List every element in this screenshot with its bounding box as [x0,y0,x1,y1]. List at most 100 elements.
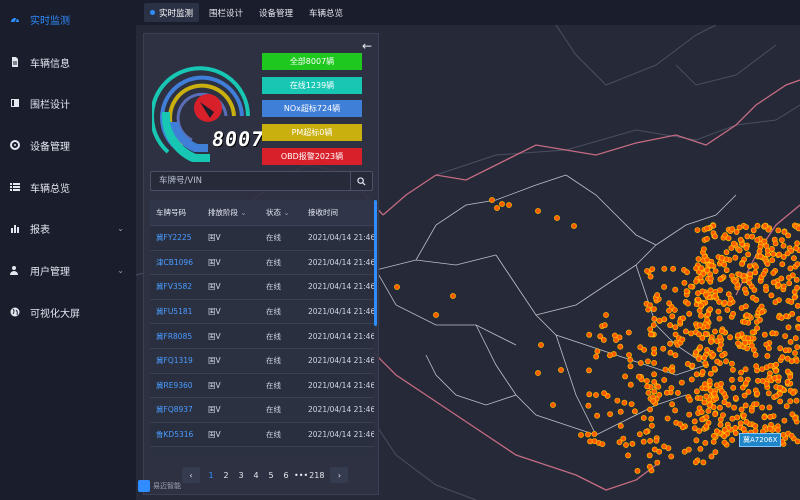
vehicle-dot[interactable] [661,283,667,290]
vehicle-dot[interactable] [708,262,715,269]
vehicle-dot[interactable] [704,235,710,242]
page-ellipsis[interactable]: ••• [294,467,308,483]
table-row[interactable]: 冀FQ8937 国V 在线 2021/04/14 21:46:5 [150,398,374,423]
vehicle-dot[interactable] [773,367,779,374]
vehicle-dot[interactable] [759,309,765,316]
vehicle-dot[interactable] [777,345,784,352]
vehicle-dot[interactable] [764,260,771,267]
vehicle-dot[interactable] [626,352,632,358]
vehicle-dot[interactable] [672,324,679,331]
vehicle-dot[interactable] [571,223,577,229]
col-header-time[interactable]: 接收时间 [302,207,374,218]
vehicle-dot[interactable] [558,367,564,373]
vehicle-dot[interactable] [698,312,704,319]
vehicle-dot[interactable] [759,366,766,372]
vehicle-dot[interactable] [767,425,773,432]
vehicle-dot[interactable] [738,406,745,413]
vehicle-dot[interactable] [720,412,726,418]
vehicle-dot[interactable] [773,361,779,368]
vehicle-dot[interactable] [794,344,800,350]
vehicle-dot[interactable] [613,337,619,343]
vehicle-dot[interactable] [778,314,785,321]
vehicle-dot[interactable] [688,330,694,337]
vehicle-dot[interactable] [788,299,795,305]
vehicle-dot[interactable] [791,255,797,262]
vehicle-dot[interactable] [627,356,634,363]
vehicle-dot[interactable] [731,278,738,285]
vehicle-dot[interactable] [777,398,783,405]
tab-realtime[interactable]: 实时监测 [144,3,200,22]
vehicle-dot[interactable] [644,358,651,365]
vehicle-dot[interactable] [711,365,718,372]
vehicle-dot[interactable] [699,288,706,295]
vehicle-dot[interactable] [714,428,720,435]
vehicle-dot[interactable] [535,208,541,214]
vehicle-dot[interactable] [625,329,632,336]
vehicle-dot[interactable] [712,268,719,274]
sidebar-item-vehicle-overview[interactable]: 车辆总览 [0,175,136,199]
vehicle-dot[interactable] [662,366,669,373]
tab-vehicle-overview[interactable]: 车辆总览 [303,3,349,22]
vehicle-dot[interactable] [693,371,700,378]
vehicle-dot[interactable] [698,409,705,415]
vehicle-dot[interactable] [651,350,657,356]
search-button[interactable] [350,172,372,190]
vehicle-dot[interactable] [743,244,750,251]
vehicle-dot[interactable] [506,202,512,208]
vehicle-dot[interactable] [746,279,753,286]
vehicle-dot[interactable] [775,427,781,433]
vehicle-dot[interactable] [669,313,676,320]
vehicle-dot[interactable] [591,431,598,437]
vehicle-dot[interactable] [647,406,653,413]
page-button[interactable]: 3 [234,467,248,483]
stat-nox[interactable]: NOx超标724辆 [262,100,362,117]
vehicle-dot[interactable] [712,449,719,455]
vehicle-dot[interactable] [717,334,723,340]
vehicle-dot[interactable] [653,437,660,444]
vehicle-dot[interactable] [782,347,789,354]
vehicle-dot[interactable] [636,431,643,438]
vehicle-dot[interactable] [787,265,794,272]
vehicle-dot[interactable] [725,235,732,242]
vehicle-dot[interactable] [752,269,759,276]
vehicle-dot[interactable] [625,452,631,459]
vehicle-dot[interactable] [794,302,800,309]
vehicle-dot[interactable] [679,336,686,343]
vehicle-dot[interactable] [617,408,624,415]
vehicle-dot[interactable] [743,312,750,319]
vehicle-dot[interactable] [693,265,699,272]
vehicle-dot[interactable] [753,296,760,303]
vehicle-dot[interactable] [701,399,708,406]
vehicle-dot[interactable] [704,225,710,232]
vehicle-dot[interactable] [691,425,698,432]
vehicle-dot[interactable] [776,251,783,258]
vehicle-dot[interactable] [738,369,744,376]
vehicle-dot[interactable] [723,358,729,365]
vehicle-dot[interactable] [707,287,714,294]
vehicle-dot[interactable] [648,415,655,422]
page-button[interactable]: 6 [279,467,293,483]
plate-cell[interactable]: 冀FU5181 [150,306,202,317]
vehicle-dot[interactable] [741,319,748,325]
table-row[interactable]: 冀FU5181 国V 在线 2021/04/14 21:46:5 [150,300,374,325]
vehicle-dot[interactable] [660,345,667,352]
vehicle-dot[interactable] [741,392,748,399]
vehicle-dot[interactable] [672,352,679,359]
sidebar-item-user-mgmt[interactable]: 用户管理 ⌄ [0,258,136,282]
vehicle-dot[interactable] [683,288,690,295]
vehicle-dot[interactable] [708,275,714,282]
vehicle-dot[interactable] [772,299,779,306]
vehicle-dot[interactable] [721,261,728,268]
back-arrow-icon[interactable]: ← [362,39,372,53]
vehicle-dot[interactable] [717,421,724,428]
col-header-emission[interactable]: 排放阶段 ⌄ [202,207,260,218]
vehicle-dot[interactable] [717,276,724,283]
vehicle-dot[interactable] [647,326,654,333]
vehicle-dot[interactable] [650,322,657,328]
vehicle-dot[interactable] [668,385,675,391]
table-row[interactable]: 冀FR8085 国V 在线 2021/04/14 21:46:5 [150,324,374,349]
plate-cell[interactable]: 鲁KD5316 [150,429,202,440]
vehicle-dot[interactable] [704,267,711,274]
vehicle-dot[interactable] [780,242,787,249]
vehicle-dot[interactable] [784,355,791,362]
